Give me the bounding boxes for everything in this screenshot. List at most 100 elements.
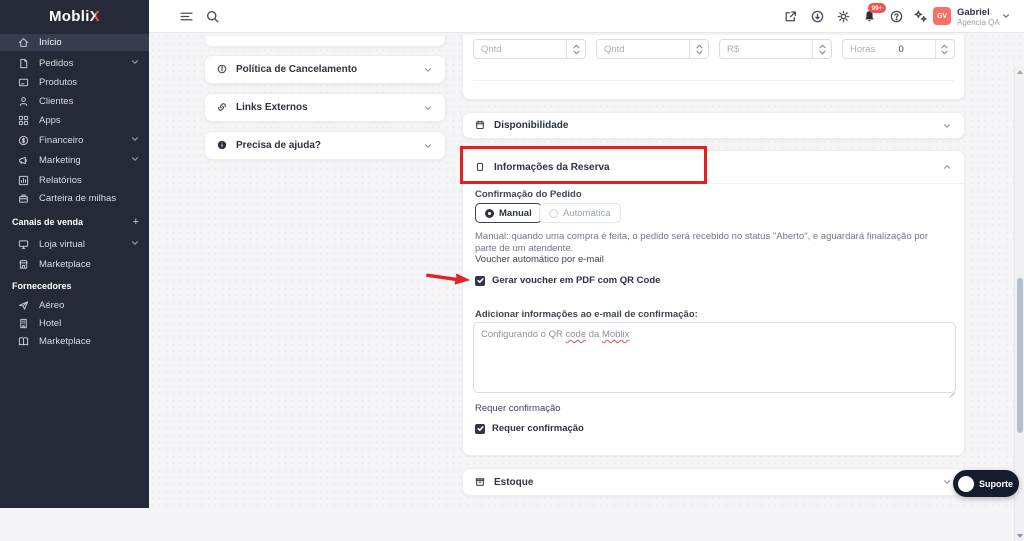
sidebar-item-label: Pedidos <box>39 58 74 69</box>
panel-links-externos: Links Externos <box>204 93 446 122</box>
accordion-header-ajuda[interactable]: Precisa de ajuda? <box>205 132 445 159</box>
sidebar-item-inicio[interactable]: Início <box>0 34 149 51</box>
accordion-title: Política de Cancelamento <box>236 64 358 75</box>
ticket-icon <box>475 162 486 173</box>
qntd-field[interactable] <box>474 40 566 58</box>
chevron-up-icon <box>942 162 952 172</box>
accordion-header-politica[interactable]: Política de Cancelamento <box>205 56 445 83</box>
chevron-down-icon <box>942 121 952 131</box>
home-icon <box>18 37 29 48</box>
sidebar-item-relatorios[interactable]: Relatórios <box>0 172 149 189</box>
topbar: 99+ GV Gabriel Agencia QA <box>149 0 1024 33</box>
partial-card <box>204 36 446 47</box>
manual-option-label: Manual <box>499 207 532 219</box>
qntd-input-1 <box>473 39 586 59</box>
sidebar-item-marketing[interactable]: Marketing <box>0 152 149 169</box>
megaphone-icon <box>18 155 29 166</box>
help-icon[interactable] <box>889 9 904 24</box>
storefront-icon <box>18 259 29 270</box>
sidebar-item-marketplace[interactable]: Marketplace <box>0 256 149 273</box>
requer-checkbox-label: Requer confirmação <box>492 423 584 434</box>
building-icon <box>18 318 29 329</box>
sidebar-item-marketplace-fornecedor[interactable]: Marketplace <box>0 333 149 350</box>
chevron-down-icon <box>423 103 433 113</box>
manual-option-button[interactable]: Manual <box>475 203 542 223</box>
chevron-down-icon <box>423 141 433 151</box>
checkbox-checked-icon[interactable] <box>475 423 485 434</box>
user-name[interactable]: Gabriel <box>957 7 990 18</box>
sidebar-item-financeiro[interactable]: Financeiro <box>0 132 149 149</box>
accordion-header-estoque[interactable]: Estoque <box>463 469 964 495</box>
circle-arrow-icon[interactable] <box>810 9 825 24</box>
scroll-down-arrow[interactable] <box>1017 534 1023 538</box>
scroll-up-arrow[interactable] <box>1017 70 1023 74</box>
search-icon[interactable] <box>205 9 220 24</box>
horas-value: 0 <box>898 43 904 55</box>
scrollbar-thumb[interactable] <box>1017 278 1023 433</box>
grid-icon <box>18 115 29 126</box>
horas-input[interactable]: Horas 0 <box>842 39 955 59</box>
panel-estoque: Estoque <box>462 468 965 496</box>
chevron-down-icon <box>130 57 140 70</box>
accordion-header-disponibilidade[interactable]: Disponibilidade <box>463 113 964 138</box>
support-button[interactable]: Suporte <box>953 470 1019 497</box>
automatica-option-button[interactable]: Automática <box>539 203 621 223</box>
accordion-title: Precisa de ajuda? <box>236 140 322 151</box>
sidebar-item-label: Início <box>39 37 62 48</box>
sidebar-item-produtos[interactable]: Produtos <box>0 74 149 91</box>
gear-icon[interactable] <box>836 9 851 24</box>
stepper-arrows[interactable] <box>812 40 831 58</box>
book-icon <box>18 336 29 347</box>
confirmacao-pedido-label: Confirmação do Pedido <box>475 189 582 200</box>
file-icon <box>18 58 29 69</box>
stepper-arrows[interactable] <box>689 40 708 58</box>
avatar[interactable]: GV <box>933 7 951 25</box>
menu-icon[interactable] <box>179 9 194 24</box>
sidebar-item-label: Produtos <box>39 77 78 88</box>
sidebar-item-clientes[interactable]: Clientes <box>0 93 149 110</box>
sidebar-item-loja-virtual[interactable]: Loja virtual <box>0 236 149 253</box>
accordion-title: Disponibilidade <box>494 120 569 131</box>
accordion-title: Links Externos <box>236 102 308 113</box>
sidebar-item-aereo[interactable]: Aéreo <box>0 297 149 314</box>
paper-plane-icon <box>18 300 29 311</box>
chevron-down-icon <box>423 65 433 75</box>
valor-field[interactable] <box>720 40 812 58</box>
info-filled-icon <box>217 140 228 151</box>
sparkles-icon[interactable] <box>913 9 928 24</box>
requer-checkbox-row[interactable]: Requer confirmação <box>475 423 584 434</box>
moblix-logo[interactable]: Mobli X <box>0 0 149 33</box>
chevron-down-icon[interactable] <box>1001 8 1011 26</box>
chat-bubble-icon <box>958 475 974 492</box>
main-content: Política de Cancelamento Links Externos … <box>149 33 1024 541</box>
monitor-icon <box>18 239 29 250</box>
sidebar-item-label: Marketing <box>39 155 81 166</box>
plus-icon[interactable]: + <box>133 216 139 228</box>
sidebar-item-label: Carteira de milhas <box>39 193 117 204</box>
radio-unselected-icon <box>549 208 558 218</box>
accordion-header-links[interactable]: Links Externos <box>205 94 445 121</box>
sidebar: Mobli X Início Pedidos Produtos Clientes … <box>0 0 149 508</box>
checkbox-checked-icon[interactable] <box>475 275 485 286</box>
external-link-icon[interactable] <box>783 9 798 24</box>
sidebar-item-label: Marketplace <box>39 336 91 347</box>
pricing-card: Horas 0 <box>462 35 965 100</box>
panel-informacoes-reserva: Informações da Reserva Confirmação do Pe… <box>462 150 965 456</box>
sidebar-item-carteira-de-milhas[interactable]: Carteira de milhas <box>0 190 149 207</box>
calendar-icon <box>475 120 486 131</box>
stepper-arrows[interactable] <box>934 40 954 58</box>
manual-help-text: Manual: quando uma compra é feita, o ped… <box>475 231 928 254</box>
sidebar-item-apps[interactable]: Apps <box>0 112 149 129</box>
sidebar-item-hotel[interactable]: Hotel <box>0 315 149 332</box>
accordion-header-reserva[interactable]: Informações da Reserva <box>463 151 964 184</box>
sidebar-section-fornecedores: Fornecedores <box>0 281 149 291</box>
vertical-scrollbar[interactable] <box>1014 66 1024 541</box>
email-info-textarea[interactable] <box>473 322 956 393</box>
stepper-arrows[interactable] <box>566 40 585 58</box>
requer-section-label: Requer confirmação <box>475 403 561 414</box>
sidebar-item-label: Marketplace <box>39 259 91 270</box>
chevron-down-icon <box>942 477 952 487</box>
sidebar-item-pedidos[interactable]: Pedidos <box>0 55 149 72</box>
voucher-checkbox-row[interactable]: Gerar voucher em PDF com QR Code <box>475 275 660 286</box>
qntd-field[interactable] <box>597 40 689 58</box>
